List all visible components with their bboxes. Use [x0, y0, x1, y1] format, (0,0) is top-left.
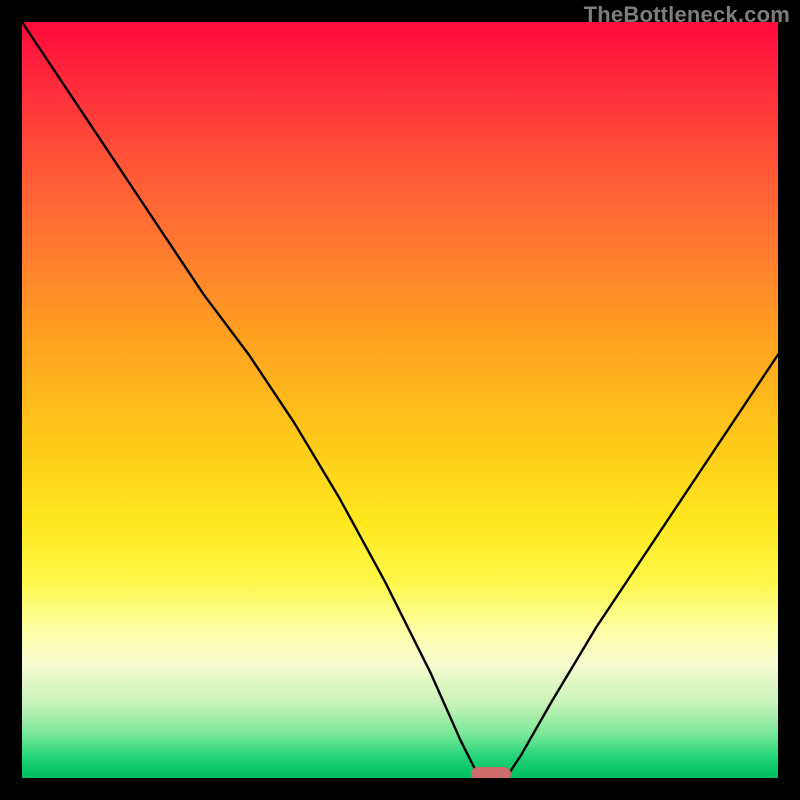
curve-layer — [22, 22, 778, 778]
plot-area — [22, 22, 778, 778]
chart-stage: TheBottleneck.com — [0, 0, 800, 800]
bottleneck-curve — [22, 22, 778, 778]
watermark-text: TheBottleneck.com — [584, 2, 790, 28]
optimal-marker — [471, 767, 511, 778]
